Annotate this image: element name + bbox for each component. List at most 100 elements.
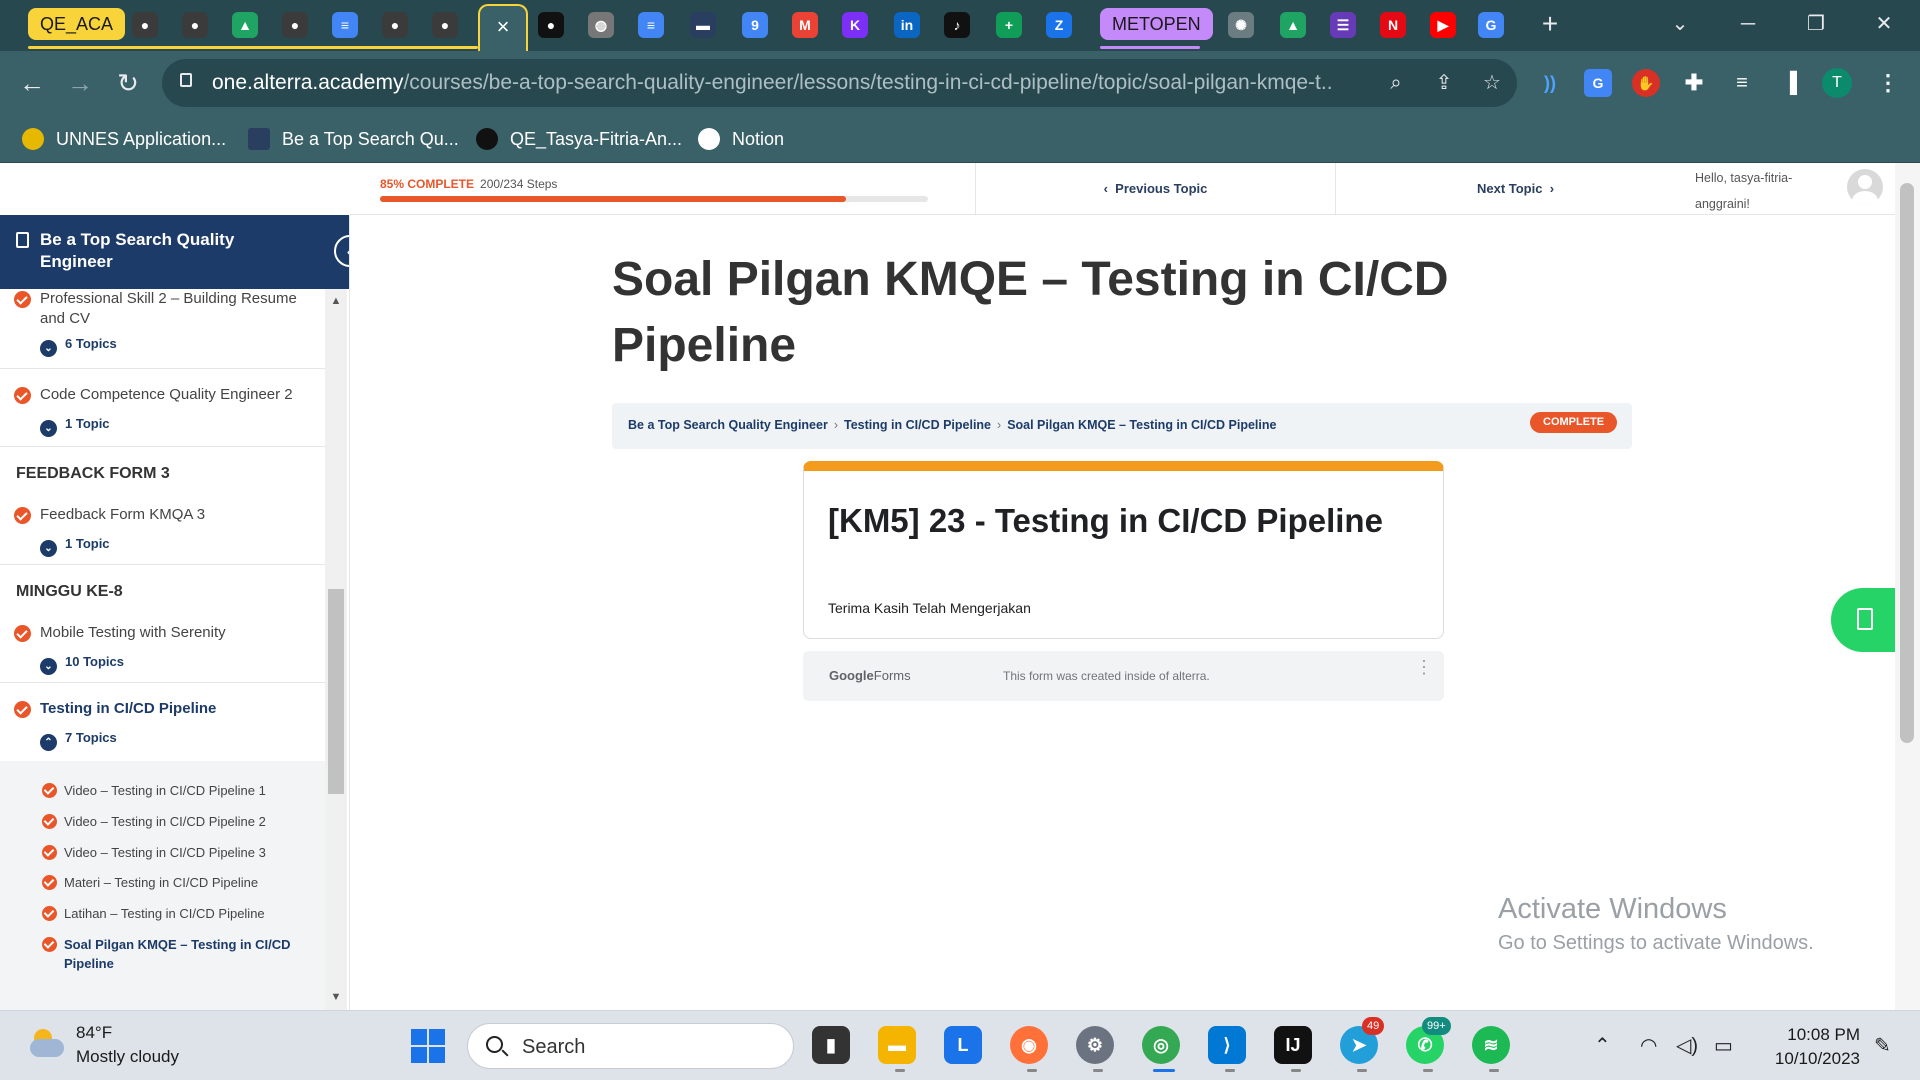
google-sheets-tab-icon[interactable]: + xyxy=(996,12,1022,38)
course-title-header[interactable]: Be a Top Search Quality Engineer xyxy=(0,215,349,289)
zoom-icon[interactable]: ⌕ xyxy=(1384,71,1408,95)
topic-item[interactable]: Video – Testing in CI/CD Pipeline 3 xyxy=(64,843,324,862)
google-forms-logo[interactable]: GoogleForms xyxy=(829,668,911,683)
minimize-button[interactable]: ─ xyxy=(1728,8,1768,40)
more-options-icon[interactable]: ⋮ xyxy=(1415,658,1433,676)
taskbar-clock[interactable]: 10:08 PM 10/10/2023 xyxy=(1750,1023,1860,1071)
breadcrumb-course[interactable]: Be a Top Search Quality Engineer xyxy=(628,418,828,432)
back-button[interactable]: ← xyxy=(14,65,50,101)
menu-kebab-icon[interactable]: ⋮ xyxy=(1874,69,1902,97)
reload-button[interactable]: ↻ xyxy=(110,65,146,101)
breadcrumb-topic[interactable]: Soal Pilgan KMQE – Testing in CI/CD Pipe… xyxy=(1007,418,1276,432)
restore-button[interactable]: ❐ xyxy=(1796,8,1836,40)
github-tab-icon[interactable]: ● xyxy=(382,12,408,38)
github-tab-icon[interactable]: ● xyxy=(132,12,158,38)
show-hidden-icons-chevron-icon[interactable]: ⌃ xyxy=(1594,1033,1611,1058)
close-icon[interactable]: × xyxy=(497,14,510,39)
github-tab-icon[interactable]: ● xyxy=(282,12,308,38)
floating-chat-button[interactable] xyxy=(1831,588,1901,652)
github-tab-icon[interactable]: ● xyxy=(432,12,458,38)
google-calendar-tab-icon[interactable]: 9 xyxy=(742,12,768,38)
topic-item[interactable]: Video – Testing in CI/CD Pipeline 1 xyxy=(64,781,324,800)
globe-tab-icon[interactable]: ◍ xyxy=(588,12,614,38)
gmail-tab-icon[interactable]: M xyxy=(792,12,818,38)
google-forms-tab-icon[interactable]: ☰ xyxy=(1330,12,1356,38)
google-docs-tab-icon[interactable]: ≡ xyxy=(638,12,664,38)
chatgpt-tab-icon[interactable]: ✺ xyxy=(1228,12,1254,38)
intellij-icon[interactable]: IJ xyxy=(1274,1026,1312,1064)
linkedin-tab-icon[interactable]: in xyxy=(894,12,920,38)
adblock-extension-icon[interactable]: ✋ xyxy=(1632,69,1660,97)
forward-button[interactable]: → xyxy=(62,65,98,101)
settings-gear-icon[interactable]: ⚙ xyxy=(1076,1026,1114,1064)
weather-cloudy-icon[interactable] xyxy=(28,1029,64,1057)
tab-group-metopen[interactable]: METOPEN xyxy=(1100,8,1213,40)
taskbar-search-box[interactable]: Search xyxy=(467,1023,794,1069)
firefox-icon[interactable]: ◉ xyxy=(1010,1026,1048,1064)
task-view-icon[interactable]: ▮ xyxy=(812,1026,850,1064)
reading-list-icon[interactable]: ≡ xyxy=(1728,69,1756,97)
bookmark-star-icon[interactable]: ☆ xyxy=(1480,71,1504,95)
github-tab-icon[interactable]: ● xyxy=(182,12,208,38)
breadcrumb-lesson[interactable]: Testing in CI/CD Pipeline xyxy=(844,418,991,432)
next-topic-button[interactable]: Next Topic › xyxy=(1335,163,1695,215)
extensions-icon[interactable]: ✚ xyxy=(1680,69,1708,97)
profile-avatar[interactable]: T xyxy=(1822,68,1852,98)
sidebar-scrollbar[interactable]: ▲ ▼ xyxy=(325,289,347,1010)
lesson-item[interactable]: Mobile Testing with Serenity ⌄ 10 Topics xyxy=(0,607,325,683)
file-explorer-icon[interactable]: ▬ xyxy=(878,1026,916,1064)
close-window-button[interactable]: ✕ xyxy=(1864,8,1904,40)
google-drive-tab-icon[interactable]: ▲ xyxy=(232,12,258,38)
wifi-icon[interactable]: ◠ xyxy=(1640,1033,1657,1058)
url-text[interactable]: one.alterra.academy/courses/be-a-top-sea… xyxy=(212,71,1332,95)
bookmark-notion[interactable]: Notion xyxy=(698,127,784,151)
page-scroll-thumb[interactable] xyxy=(1900,183,1914,743)
l-app-icon[interactable]: L xyxy=(944,1026,982,1064)
google-translate-tab-icon[interactable]: G xyxy=(1478,12,1504,38)
side-panel-icon[interactable]: ▐ xyxy=(1776,69,1804,97)
bookmark-alterra[interactable]: Be a Top Search Qu... xyxy=(248,127,459,151)
scroll-down-icon[interactable]: ▼ xyxy=(329,991,343,1003)
spotify-icon[interactable]: ≋ xyxy=(1472,1026,1510,1064)
weather-condition[interactable]: Mostly cloudy xyxy=(76,1047,179,1067)
tab-search-icon[interactable]: ⌄ xyxy=(1660,8,1700,40)
topics-toggle[interactable]: ⌄ 10 Topics xyxy=(40,653,124,675)
volume-icon[interactable]: ◁) xyxy=(1676,1033,1698,1058)
address-bar[interactable]: one.alterra.academy/courses/be-a-top-sea… xyxy=(162,59,1517,107)
lesson-item[interactable]: Code Competence Quality Engineer 2 ⌄ 1 To… xyxy=(0,369,325,447)
sidebar-scroll-thumb[interactable] xyxy=(328,589,344,794)
google-docs-tab-icon[interactable]: ≡ xyxy=(332,12,358,38)
share-icon[interactable]: ⇪ xyxy=(1432,71,1456,95)
alterra-tab-icon[interactable]: ▬ xyxy=(690,12,716,38)
user-avatar[interactable] xyxy=(1847,169,1883,205)
notification-icon[interactable]: ✎ xyxy=(1874,1033,1891,1058)
youtube-tab-icon[interactable]: ▶ xyxy=(1430,12,1456,38)
page-scrollbar[interactable] xyxy=(1895,163,1920,1010)
lesson-item-active[interactable]: Testing in CI/CD Pipeline ⌃ 7 Topics xyxy=(0,683,325,763)
previous-topic-button[interactable]: ‹ Previous Topic xyxy=(975,163,1335,215)
netflix-tab-icon[interactable]: N xyxy=(1380,12,1406,38)
new-tab-button[interactable]: + xyxy=(1530,8,1570,40)
battery-icon[interactable]: ▭ xyxy=(1714,1033,1733,1058)
vscode-icon[interactable]: ⟩ xyxy=(1208,1026,1246,1064)
topics-toggle[interactable]: ⌄ 1 Topic xyxy=(40,415,110,437)
tiktok-tab-icon[interactable]: ♪ xyxy=(944,12,970,38)
read-aloud-extension-icon[interactable]: )) xyxy=(1536,69,1564,97)
scroll-up-icon[interactable]: ▲ xyxy=(329,295,343,307)
topic-item[interactable]: Video – Testing in CI/CD Pipeline 2 xyxy=(64,812,324,831)
kotlin-tab-icon[interactable]: K xyxy=(842,12,868,38)
bookmark-github[interactable]: QE_Tasya-Fitria-An... xyxy=(476,127,682,151)
topics-toggle[interactable]: ⌃ 7 Topics xyxy=(40,729,117,751)
google-translate-extension-icon[interactable]: G xyxy=(1584,69,1612,97)
lesson-item[interactable]: Professional Skill 2 – Building Resume a… xyxy=(0,289,325,369)
bookmark-unnes[interactable]: UNNES Application... xyxy=(22,127,226,151)
tab-group-qe-aca[interactable]: QE_ACA xyxy=(28,8,126,40)
active-tab[interactable]: × xyxy=(478,4,528,51)
topic-item[interactable]: Materi – Testing in CI/CD Pipeline xyxy=(64,873,324,892)
topics-toggle[interactable]: ⌄ 1 Topic xyxy=(40,535,110,557)
google-drive-tab-icon[interactable]: ▲ xyxy=(1280,12,1306,38)
topic-item-current[interactable]: Soal Pilgan KMQE – Testing in CI/CD Pipe… xyxy=(64,935,304,973)
windows-start-icon[interactable] xyxy=(411,1029,445,1063)
github-tab-icon[interactable]: ● xyxy=(538,12,564,38)
topics-toggle[interactable]: ⌄ 6 Topics xyxy=(40,335,117,357)
